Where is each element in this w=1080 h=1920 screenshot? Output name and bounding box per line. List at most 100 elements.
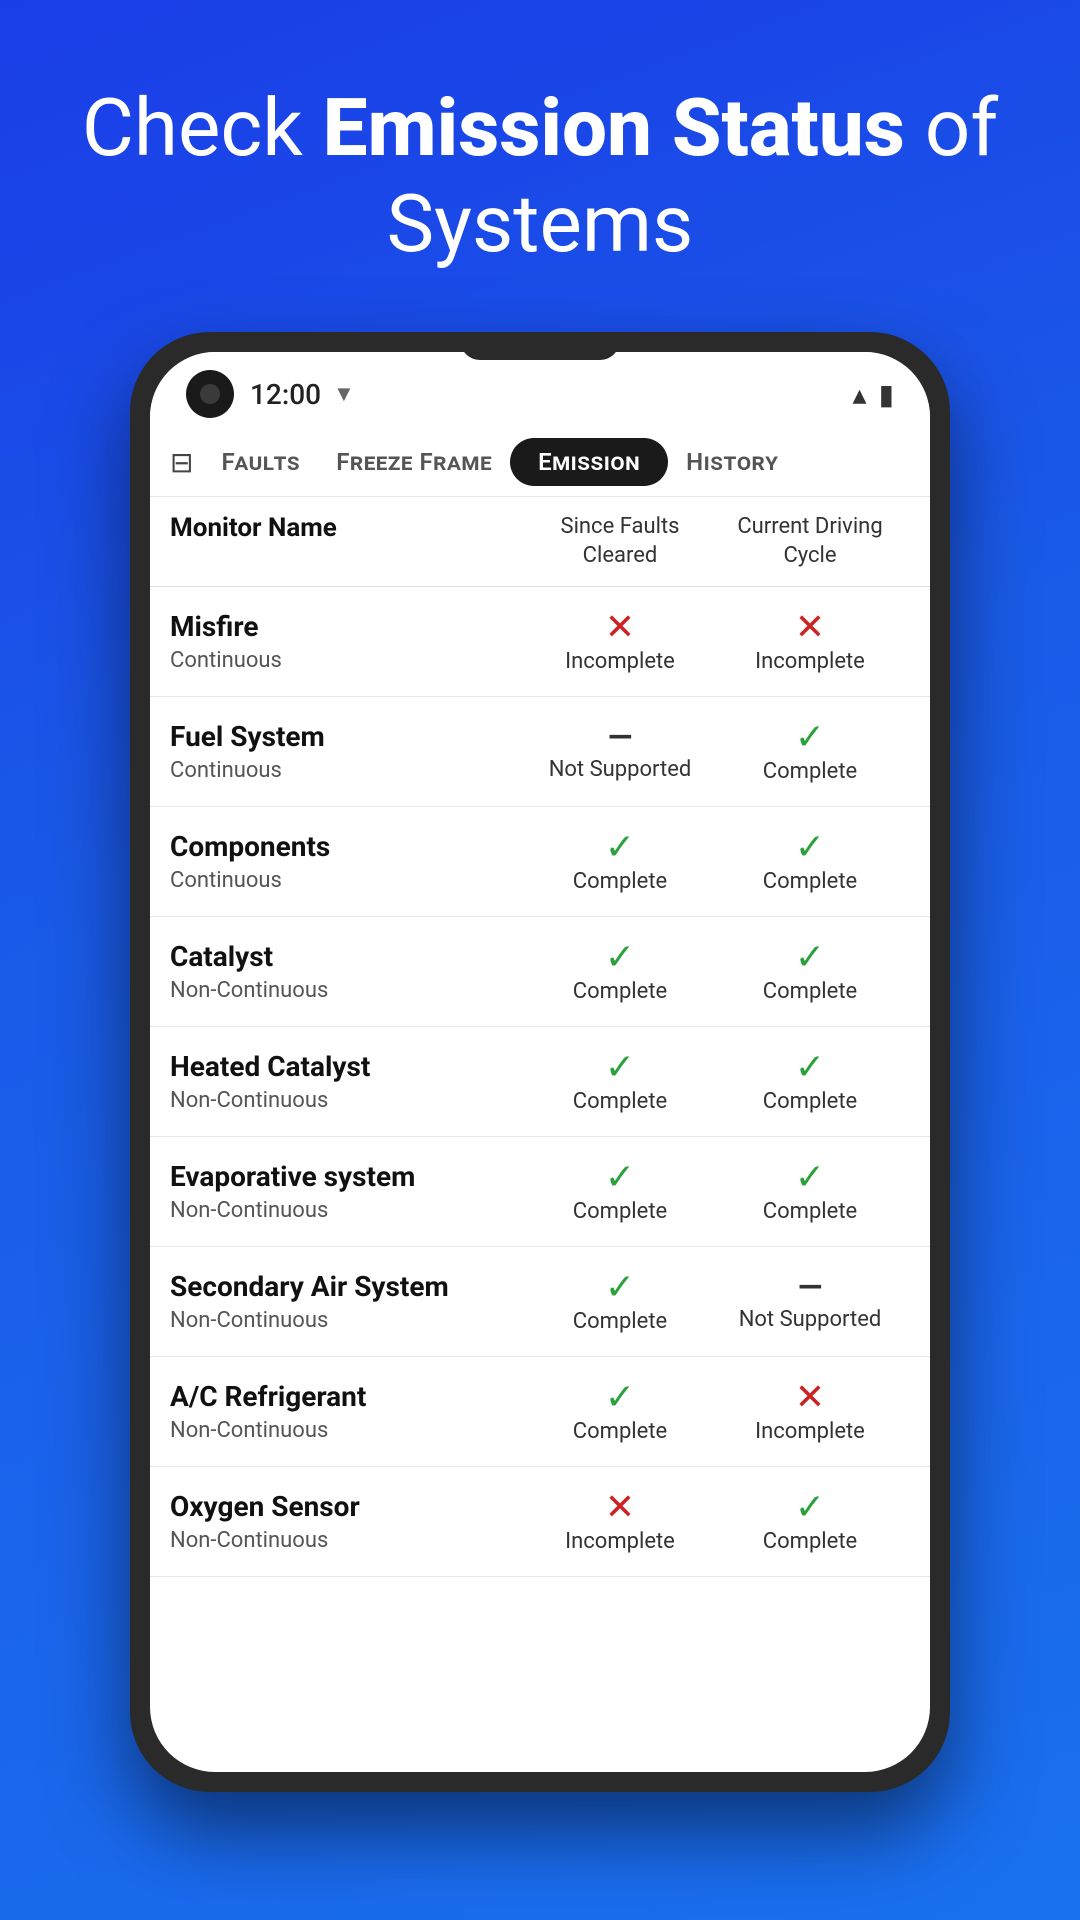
monitor-type: Non-Continuous: [170, 1088, 530, 1113]
current-status-label: Not Supported: [739, 1307, 882, 1332]
current-status-label: Complete: [763, 869, 857, 894]
check-icon: ✓: [605, 1269, 635, 1305]
since-status-cell: ✓ Complete: [530, 1049, 710, 1114]
current-status-label: Complete: [763, 1089, 857, 1114]
check-icon: ✓: [795, 939, 825, 975]
since-status-cell: ✓ Complete: [530, 1159, 710, 1224]
table-container: Monitor Name Since FaultsCleared Current…: [150, 497, 930, 1772]
current-status-cell: ✓ Complete: [710, 939, 910, 1004]
check-icon: ✓: [605, 1379, 635, 1415]
th-monitor-name: Monitor Name: [170, 513, 530, 570]
current-status-label: Complete: [763, 1529, 857, 1554]
check-icon: ✓: [605, 829, 635, 865]
monitor-name: Evaporative system: [170, 1160, 530, 1194]
monitor-type: Non-Continuous: [170, 1528, 530, 1553]
table-row: Components Continuous ✓ Complete ✓ Compl…: [150, 807, 930, 917]
check-icon: ✓: [795, 1159, 825, 1195]
monitor-name: Oxygen Sensor: [170, 1490, 530, 1524]
monitor-type: Non-Continuous: [170, 1418, 530, 1443]
monitor-info: Components Continuous: [170, 830, 530, 893]
check-icon: ✓: [605, 1049, 635, 1085]
tab-faults[interactable]: Faults: [203, 438, 318, 486]
since-status-cell: ✓ Complete: [530, 1269, 710, 1334]
since-status-cell: ✓ Complete: [530, 829, 710, 894]
since-status-cell: ✕ Incomplete: [530, 609, 710, 674]
table-row: Misfire Continuous ✕ Incomplete ✕ Incomp…: [150, 587, 930, 697]
hero-bold-emission: Emission: [323, 81, 652, 175]
monitor-name: Misfire: [170, 610, 530, 644]
since-status-label: Complete: [573, 869, 667, 894]
monitor-info: Secondary Air System Non-Continuous: [170, 1270, 530, 1333]
th-current-cycle: Current DrivingCycle: [710, 513, 910, 570]
current-status-cell: ✕ Incomplete: [710, 1379, 910, 1444]
table-row: Oxygen Sensor Non-Continuous ✕ Incomplet…: [150, 1467, 930, 1577]
current-status-label: Incomplete: [755, 1419, 865, 1444]
monitor-name: Fuel System: [170, 720, 530, 754]
table-row: Heated Catalyst Non-Continuous ✓ Complet…: [150, 1027, 930, 1137]
since-status-label: Complete: [573, 979, 667, 1004]
monitor-info: Fuel System Continuous: [170, 720, 530, 783]
monitor-type: Continuous: [170, 648, 530, 673]
phone-notch: [460, 332, 620, 360]
x-icon: ✕: [795, 609, 825, 645]
since-status-label: Complete: [573, 1309, 667, 1334]
table-row: Fuel System Continuous — Not Supported ✓…: [150, 697, 930, 807]
since-status-label: Not Supported: [549, 757, 692, 782]
since-status-cell: — Not Supported: [530, 721, 710, 782]
since-status-cell: ✕ Incomplete: [530, 1489, 710, 1554]
current-status-cell: ✓ Complete: [710, 1489, 910, 1554]
obd-icon: ⊟: [170, 446, 193, 479]
x-icon: ✕: [605, 1489, 635, 1525]
tab-freeze-frame[interactable]: Freeze Frame: [318, 438, 510, 486]
monitor-name: Secondary Air System: [170, 1270, 530, 1304]
dash-icon: —: [608, 721, 632, 753]
th-since-faults: Since FaultsCleared: [530, 513, 710, 570]
nav-tabs: ⊟ Faults Freeze Frame Emission History: [150, 428, 930, 497]
table-row: Evaporative system Non-Continuous ✓ Comp…: [150, 1137, 930, 1247]
monitor-name: Heated Catalyst: [170, 1050, 530, 1084]
check-icon: ✓: [795, 719, 825, 755]
camera-icon: [186, 370, 234, 418]
since-status-label: Complete: [573, 1089, 667, 1114]
current-status-cell: — Not Supported: [710, 1271, 910, 1332]
check-icon: ✓: [795, 1049, 825, 1085]
hero-section: Check Emission Status of Systems: [0, 0, 1080, 332]
monitor-type: Non-Continuous: [170, 978, 530, 1003]
monitor-name: Components: [170, 830, 530, 864]
current-status-cell: ✕ Incomplete: [710, 609, 910, 674]
tab-history[interactable]: History: [668, 438, 796, 486]
tab-emission[interactable]: Emission: [510, 438, 668, 486]
monitor-type: Continuous: [170, 868, 530, 893]
check-icon: ✓: [795, 829, 825, 865]
signal-icon: ▼: [333, 381, 355, 407]
since-status-label: Complete: [573, 1419, 667, 1444]
current-status-cell: ✓ Complete: [710, 719, 910, 784]
monitor-info: Misfire Continuous: [170, 610, 530, 673]
check-icon: ✓: [605, 939, 635, 975]
since-status-label: Incomplete: [565, 649, 675, 674]
current-status-cell: ✓ Complete: [710, 1049, 910, 1114]
since-status-cell: ✓ Complete: [530, 1379, 710, 1444]
table-header: Monitor Name Since FaultsCleared Current…: [150, 497, 930, 587]
dash-icon: —: [798, 1271, 822, 1303]
monitor-type: Continuous: [170, 758, 530, 783]
table-row: Catalyst Non-Continuous ✓ Complete ✓ Com…: [150, 917, 930, 1027]
current-status-label: Incomplete: [755, 649, 865, 674]
wifi-icon: ▴: [853, 378, 867, 411]
since-status-label: Complete: [573, 1199, 667, 1224]
status-bar: 12:00 ▼ ▴ ▮: [150, 352, 930, 428]
current-status-label: Complete: [763, 1199, 857, 1224]
phone-screen: 12:00 ▼ ▴ ▮ ⊟ Faults Freeze Frame Emissi…: [150, 352, 930, 1772]
status-time: 12:00: [250, 378, 321, 411]
monitor-info: Catalyst Non-Continuous: [170, 940, 530, 1003]
battery-icon: ▮: [879, 378, 894, 411]
monitor-info: A/C Refrigerant Non-Continuous: [170, 1380, 530, 1443]
monitor-type: Non-Continuous: [170, 1198, 530, 1223]
current-status-label: Complete: [763, 759, 857, 784]
monitor-name: Catalyst: [170, 940, 530, 974]
monitor-info: Heated Catalyst Non-Continuous: [170, 1050, 530, 1113]
check-icon: ✓: [605, 1159, 635, 1195]
current-status-label: Complete: [763, 979, 857, 1004]
table-row: Secondary Air System Non-Continuous ✓ Co…: [150, 1247, 930, 1357]
current-status-cell: ✓ Complete: [710, 829, 910, 894]
